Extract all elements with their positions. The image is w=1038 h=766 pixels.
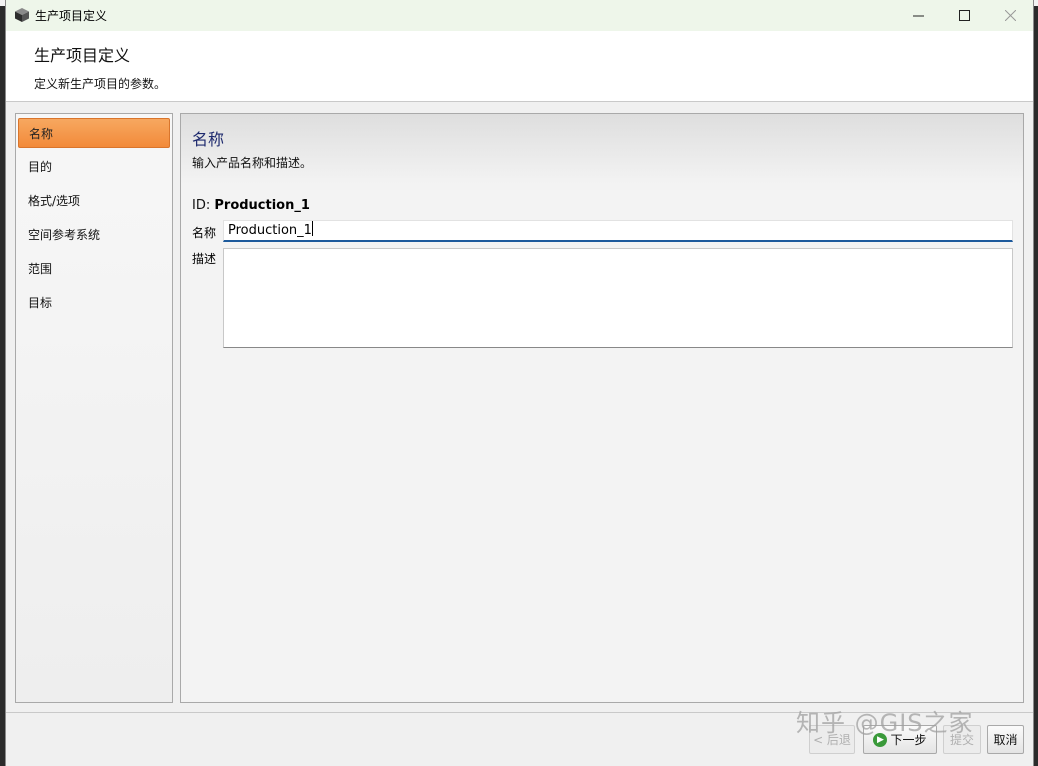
nav-item-spatial-reference[interactable]: 空间参考系统 <box>18 220 170 250</box>
minimize-button[interactable] <box>895 0 941 31</box>
cube-app-icon <box>15 8 29 22</box>
nav-item-label: 目的 <box>28 160 53 174</box>
nav-item-label: 空间参考系统 <box>28 228 101 242</box>
nav-item-target[interactable]: 目标 <box>18 288 170 318</box>
nav-item-name[interactable]: 名称 <box>18 118 170 148</box>
wizard-header: 生产项目定义 定义新生产项目的参数。 <box>6 31 1033 102</box>
cancel-button-label: 取消 <box>993 733 1018 747</box>
maximize-button[interactable] <box>941 0 987 31</box>
description-label: 描述 <box>192 252 217 266</box>
cancel-button[interactable]: 取消 <box>987 725 1024 754</box>
close-icon <box>1004 10 1016 21</box>
step-content-panel: 名称 输入产品名称和描述。 ID: Production_1 名称 Produc… <box>180 113 1024 703</box>
wizard-step-nav: 名称 目的 格式/选项 空间参考系统 范围 目标 <box>15 113 173 703</box>
name-input[interactable]: Production_1 <box>223 220 1013 242</box>
text-caret <box>311 221 313 236</box>
step-header: 名称 输入产品名称和描述。 <box>181 114 1023 184</box>
step-title: 名称 <box>192 130 225 149</box>
window-title: 生产项目定义 <box>35 9 108 23</box>
header-description: 定义新生产项目的参数。 <box>34 77 167 91</box>
close-button[interactable] <box>987 0 1033 31</box>
description-textarea[interactable] <box>223 248 1013 348</box>
nav-item-label: 范围 <box>28 262 53 276</box>
wizard-window: 生产项目定义 生产项目定义 定义新生产项目的参数。 名称 目的 格式/选项 空间… <box>5 0 1034 766</box>
name-label: 名称 <box>192 226 217 240</box>
nav-item-format-options[interactable]: 格式/选项 <box>18 186 170 216</box>
id-line: ID: Production_1 <box>192 198 310 213</box>
nav-item-purpose[interactable]: 目的 <box>18 152 170 182</box>
header-title: 生产项目定义 <box>34 46 131 65</box>
step-subtitle: 输入产品名称和描述。 <box>192 156 313 170</box>
id-value: Production_1 <box>214 198 310 213</box>
minimize-icon <box>912 15 924 17</box>
maximize-icon <box>958 10 970 21</box>
watermark: 知乎 @GIS之家 <box>796 709 974 737</box>
title-bar[interactable]: 生产项目定义 <box>6 0 1033 31</box>
nav-item-extent[interactable]: 范围 <box>18 254 170 284</box>
name-input-value: Production_1 <box>228 223 312 238</box>
nav-item-label: 名称 <box>29 127 54 141</box>
nav-item-label: 目标 <box>28 296 53 310</box>
id-label: ID: <box>192 198 211 213</box>
nav-item-label: 格式/选项 <box>28 194 81 208</box>
